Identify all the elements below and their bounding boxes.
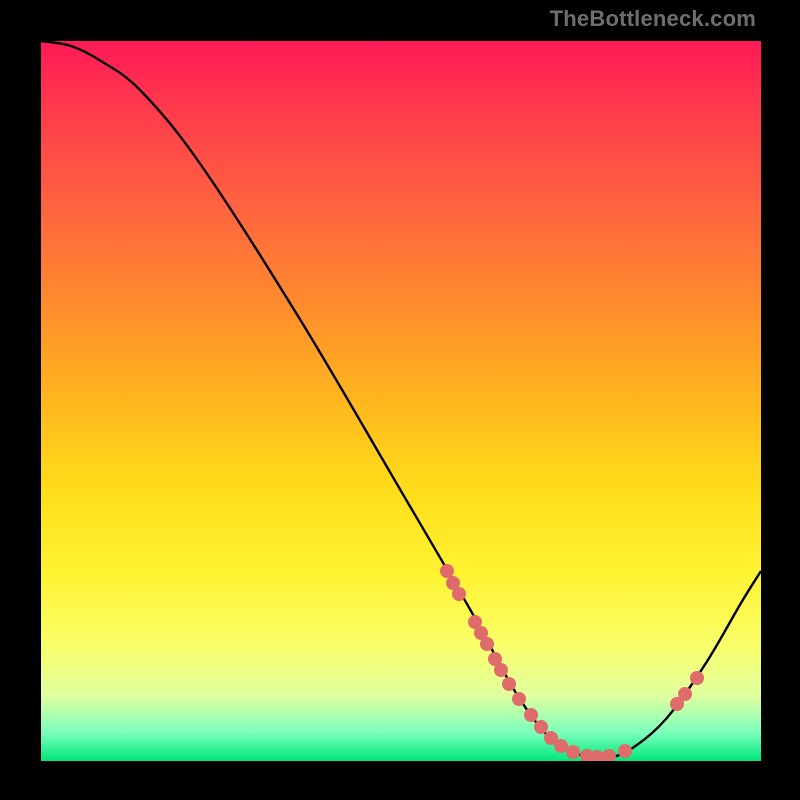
watermark-text: TheBottleneck.com xyxy=(550,6,756,32)
chart-frame: TheBottleneck.com xyxy=(0,0,800,800)
heat-gradient-background xyxy=(41,41,761,761)
plot-area xyxy=(41,41,761,761)
